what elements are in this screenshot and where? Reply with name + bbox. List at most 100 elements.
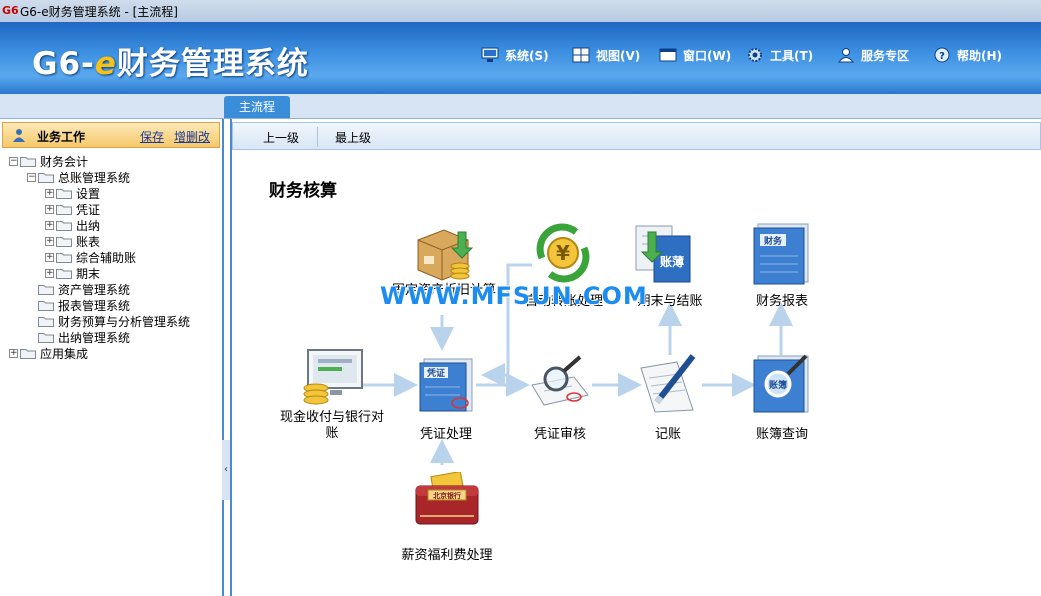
wallet-card-text: 北京银行: [433, 491, 461, 500]
tree-item-label: 凭证: [76, 202, 101, 217]
node-posting-label: 记账: [654, 427, 681, 442]
left-panel-header: 业务工作 保存 增删改: [2, 122, 220, 148]
folder-icon: [56, 236, 72, 247]
report-book-icon: 财务: [753, 223, 809, 285]
box-coins-icon: [417, 229, 474, 281]
tree-item-label: 报表管理系统: [58, 298, 131, 313]
ledger-book-text: 账薄: [660, 254, 684, 269]
menu-window[interactable]: 窗口(W): [659, 44, 731, 66]
menu-system[interactable]: 系统(S): [481, 44, 549, 66]
ledger-search-text: 账簿: [769, 379, 787, 391]
expand-icon[interactable]: +: [45, 236, 54, 246]
tree-item[interactable]: 资产管理系统: [9, 281, 190, 297]
flow-toolbar: 上一级 最上级: [232, 122, 1041, 150]
tree-item-label: 出纳管理系统: [58, 330, 131, 345]
toolbar-divider: [317, 127, 318, 147]
magnifier-document-icon: [531, 355, 589, 406]
tree-item[interactable]: − 财务会计: [9, 153, 190, 169]
menu-tools-label: 工具(T): [770, 48, 814, 63]
folder-icon: [56, 268, 72, 279]
expand-icon[interactable]: +: [45, 188, 54, 198]
window-title: G6-e财务管理系统 - [主流程]: [20, 5, 178, 19]
svg-text:¥: ¥: [556, 241, 570, 265]
menu-help[interactable]: ? 帮助(H): [933, 44, 1002, 66]
report-book-text: 财务: [763, 235, 783, 247]
folder-icon: [38, 332, 54, 343]
menu-service[interactable]: 服务专区: [837, 44, 909, 66]
collapse-icon[interactable]: −: [9, 156, 18, 166]
tree-item[interactable]: + 期末: [9, 265, 190, 281]
node-voucher-audit[interactable]: [528, 355, 592, 414]
tree-item-label: 财务预算与分析管理系统: [58, 314, 191, 329]
tree-item[interactable]: + 设置: [9, 185, 190, 201]
tree-item-label: 应用集成: [40, 346, 89, 361]
node-asset-depreciation[interactable]: [414, 226, 474, 285]
window-titlebar: G6 G6-e财务管理系统 - [主流程]: [0, 0, 1041, 23]
menu-tools[interactable]: 工具(T): [746, 44, 813, 66]
tree-item-label: 财务会计: [40, 154, 89, 169]
user-icon: [13, 129, 25, 142]
yen-transfer-icon: ¥: [536, 223, 590, 283]
app-icon: G6: [2, 4, 19, 17]
folder-icon: [38, 316, 54, 327]
tree-item[interactable]: 报表管理系统: [9, 297, 190, 313]
navigation-tree: − 财务会计 − 总账管理系统 + 设置 + 凭证 + 出纳 + 账表 + 综合辅助账 + 期末 资产管理系统报…: [9, 153, 190, 361]
menu-view[interactable]: 视图(V): [572, 44, 640, 66]
top-level-button[interactable]: 最上级: [335, 129, 371, 146]
folder-icon: [56, 252, 72, 263]
tree-item[interactable]: + 应用集成: [9, 345, 190, 361]
edit-link[interactable]: 增删改: [174, 128, 210, 145]
pen-ledger-icon: [640, 354, 696, 413]
menu-system-label: 系统(S): [505, 48, 549, 63]
tree-item-label: 总账管理系统: [58, 170, 131, 185]
save-link[interactable]: 保存: [140, 128, 164, 145]
folder-icon: [38, 284, 54, 295]
tab-strip: [0, 94, 1041, 119]
node-cash-bank[interactable]: [300, 348, 364, 411]
menu-service-label: 服务专区: [861, 48, 910, 63]
expand-icon[interactable]: +: [45, 220, 54, 230]
expand-icon[interactable]: +: [45, 252, 54, 262]
ledger-search-icon: 账簿: [753, 354, 809, 413]
logo-suffix: 财务管理系统: [116, 46, 309, 82]
help-icon: ?: [934, 47, 950, 63]
tree-item[interactable]: 出纳管理系统: [9, 329, 190, 345]
tree-item[interactable]: + 账表: [9, 233, 190, 249]
panel-splitter[interactable]: ‹: [222, 440, 230, 500]
tree-item-label: 账表: [76, 234, 101, 249]
tree-item[interactable]: 财务预算与分析管理系统: [9, 313, 190, 329]
tree-item[interactable]: + 出纳: [9, 217, 190, 233]
node-ledger-query[interactable]: 账簿: [750, 352, 812, 417]
folder-icon: [38, 300, 54, 311]
expand-icon[interactable]: +: [45, 268, 54, 278]
node-period-closing[interactable]: 账薄: [632, 222, 696, 289]
voucher-icon-text: 凭证: [426, 367, 445, 379]
voucher-icon: 凭证: [419, 358, 473, 412]
node-posting[interactable]: [637, 352, 699, 417]
tab-main-flow[interactable]: 主流程: [224, 96, 290, 118]
tree-item[interactable]: − 总账管理系统: [9, 169, 190, 185]
node-auto-transfer[interactable]: ¥: [532, 222, 594, 287]
tree-item-label: 资产管理系统: [58, 282, 131, 297]
node-voucher-processing[interactable]: 凭证: [416, 355, 476, 418]
node-payroll[interactable]: 北京银行: [414, 470, 480, 531]
tree-item-label: 期末: [76, 266, 101, 281]
collapse-icon[interactable]: −: [27, 172, 36, 182]
node-ledger-label: 账簿查询: [755, 427, 808, 442]
up-level-button[interactable]: 上一级: [263, 129, 299, 146]
svg-text:?: ?: [939, 51, 945, 62]
node-report-label: 财务报表: [755, 294, 808, 309]
tree-item-label: 综合辅助账: [76, 250, 137, 265]
computer-coins-icon: [303, 349, 363, 405]
expand-icon[interactable]: +: [45, 204, 54, 214]
menu-help-label: 帮助(H): [957, 48, 1003, 63]
tree-item-label: 设置: [76, 186, 101, 201]
node-financial-report[interactable]: 财务: [750, 222, 812, 289]
left-panel-title: 业务工作: [37, 130, 86, 144]
tree-item[interactable]: + 综合辅助账: [9, 249, 190, 265]
tree-item[interactable]: + 凭证: [9, 201, 190, 217]
node-payroll-label: 薪资福利费处理: [401, 548, 493, 563]
folder-icon: [56, 220, 72, 231]
collapse-arrow-icon[interactable]: ‹: [222, 464, 230, 475]
expand-icon[interactable]: +: [9, 348, 18, 358]
